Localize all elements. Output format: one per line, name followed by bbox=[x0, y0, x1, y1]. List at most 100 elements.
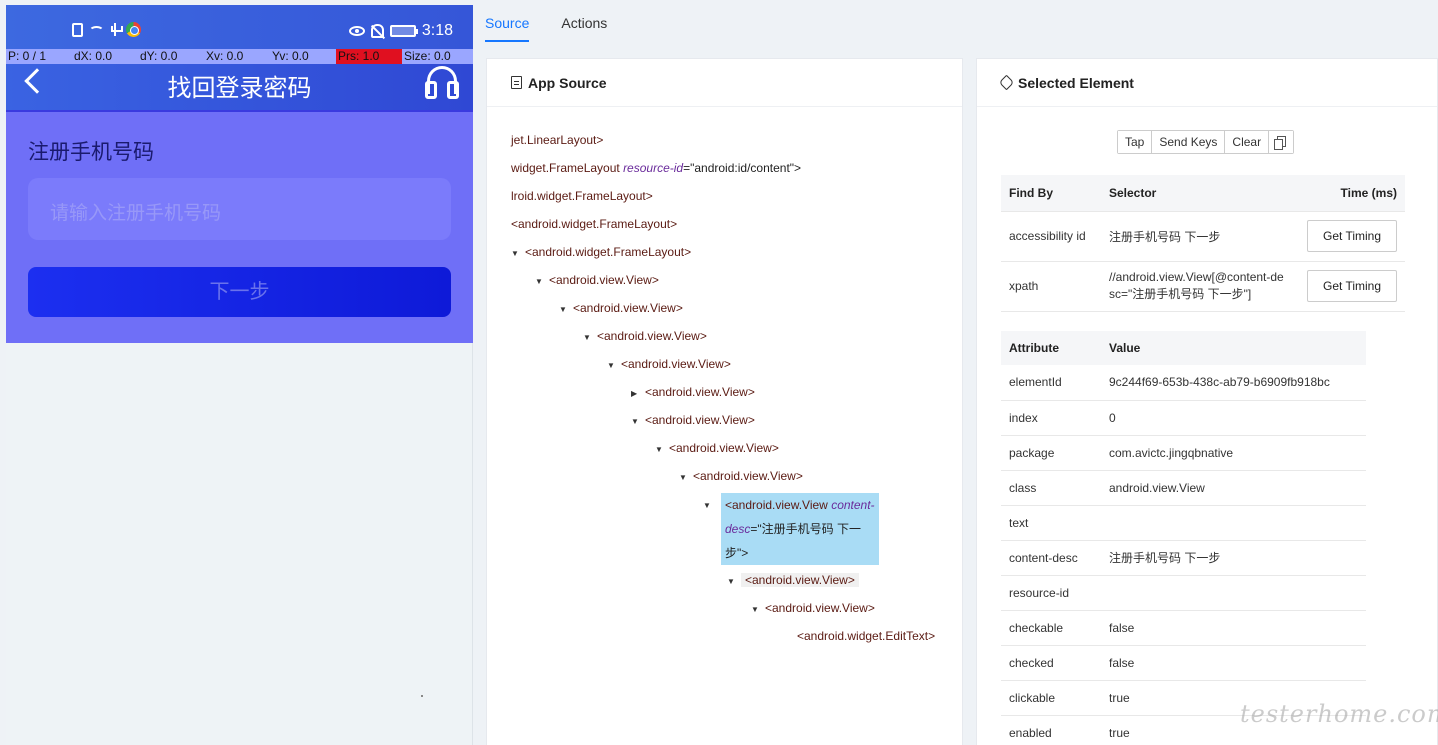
attr-value: false bbox=[1101, 610, 1366, 646]
send-keys-button[interactable]: Send Keys bbox=[1152, 131, 1226, 153]
attribute-header: Attribute bbox=[1001, 331, 1101, 365]
pointer-dx: dX: 0.0 bbox=[74, 49, 113, 63]
tree-node[interactable]: jet.LinearLayout> bbox=[511, 129, 603, 151]
phone-number-label: 注册手机号码 bbox=[28, 141, 154, 164]
attributes-table: Attribute Value elementId 9c244f69-653b-4… bbox=[1001, 331, 1366, 745]
attr-name: clickable bbox=[1001, 680, 1101, 716]
tree-node-selected[interactable]: <android.view.View content-desc="注册手机号码 … bbox=[721, 493, 879, 565]
caret-down-icon: ▼ bbox=[559, 305, 567, 314]
tree-node[interactable]: ▼ <android.view.View> bbox=[751, 597, 875, 619]
strategy-cell: xpath bbox=[1001, 261, 1101, 312]
tree-node[interactable]: widget.FrameLayout resource-id="android:… bbox=[511, 157, 801, 179]
table-row: index 0 bbox=[1001, 400, 1366, 436]
table-row: resource-id bbox=[1001, 575, 1366, 611]
tree-node[interactable]: <android.widget.FrameLayout> bbox=[511, 213, 677, 235]
pointer-size: Size: 0.0 bbox=[404, 49, 451, 63]
time-header: Time (ms) bbox=[1295, 175, 1405, 212]
page-title: 找回登录密码 bbox=[167, 75, 312, 102]
table-row: elementId 9c244f69-653b-438c-ab79-b6909fb… bbox=[1001, 365, 1366, 401]
watermark: testerhome.com bbox=[1240, 700, 1438, 728]
pointer-count: P: 0 / 1 bbox=[8, 49, 47, 63]
copy-icon[interactable] bbox=[1269, 131, 1294, 153]
clear-button[interactable]: Clear bbox=[1225, 131, 1270, 153]
pointer-location-bar: P: 0 / 1 dX: 0.0 dY: 0.0 Xv: 0.0 Yv: 0.0… bbox=[6, 49, 473, 64]
app-source-panel: App Source jet.LinearLayout> widget.Fram… bbox=[486, 58, 963, 745]
tap-button[interactable]: Tap bbox=[1118, 131, 1153, 153]
attr-name: resource-id bbox=[1001, 575, 1101, 611]
wifi-icon bbox=[89, 26, 104, 36]
attr-name: enabled bbox=[1001, 715, 1101, 745]
tree-node[interactable]: lroid.widget.FrameLayout> bbox=[511, 185, 653, 207]
tree-node-caret[interactable]: ▼ bbox=[703, 493, 717, 515]
selector-header: Selector bbox=[1101, 175, 1295, 212]
attr-name: text bbox=[1001, 505, 1101, 541]
app-source-header: App Source bbox=[487, 59, 962, 107]
attr-value: 9c244f69-653b-438c-ab79-b6909fb918bc bbox=[1101, 365, 1366, 401]
tree-node[interactable]: ▶ <android.view.View> bbox=[631, 381, 755, 403]
tree-node[interactable]: ▼ <android.view.View> bbox=[727, 569, 859, 591]
attr-name: index bbox=[1001, 400, 1101, 436]
device-screenshot[interactable]: 3:18 P: 0 / 1 dX: 0.0 dY: 0.0 Xv: 0.0 Yv… bbox=[6, 5, 473, 745]
caret-right-icon: ▶ bbox=[631, 389, 638, 398]
pointer-pressure: Prs: 1.0 bbox=[336, 49, 402, 64]
next-step-button[interactable]: 下一步 bbox=[28, 267, 451, 317]
attr-name: checkable bbox=[1001, 610, 1101, 646]
caret-down-icon: ▼ bbox=[607, 361, 615, 370]
pointer-yv: Yv: 0.0 bbox=[272, 49, 309, 63]
chrome-icon bbox=[126, 22, 141, 37]
table-row: checked false bbox=[1001, 645, 1366, 681]
status-bar: 3:18 bbox=[6, 5, 473, 49]
pointer-dy: dY: 0.0 bbox=[140, 49, 178, 63]
tree-node[interactable]: ▼ <android.widget.FrameLayout> bbox=[511, 241, 691, 263]
table-row: class android.view.View bbox=[1001, 470, 1366, 506]
caret-down-icon: ▼ bbox=[511, 249, 519, 258]
selected-element-header: Selected Element bbox=[977, 59, 1437, 107]
tree-node[interactable]: ▼ <android.view.View> bbox=[631, 409, 755, 431]
attr-name: content-desc bbox=[1001, 540, 1101, 576]
tree-node[interactable]: <android.widget.EditText> bbox=[797, 625, 935, 647]
tree-node[interactable]: ▼ <android.view.View> bbox=[607, 353, 731, 375]
attr-value: 注册手机号码 下一步 bbox=[1101, 540, 1366, 576]
tree-node[interactable]: ▼ <android.view.View> bbox=[559, 297, 683, 319]
selector-cell: //android.view.View[@content-desc="注册手机号… bbox=[1101, 261, 1295, 312]
tag-icon bbox=[998, 74, 1015, 91]
caret-down-icon: ▼ bbox=[583, 333, 591, 342]
attr-value: 0 bbox=[1101, 400, 1366, 436]
table-row: xpath //android.view.View[@content-desc=… bbox=[1001, 261, 1405, 312]
table-row: accessibility id 注册手机号码 下一步 Get Timing bbox=[1001, 211, 1405, 262]
attr-value bbox=[1101, 575, 1366, 611]
attr-value: false bbox=[1101, 645, 1366, 681]
tree-node[interactable]: ▼ <android.view.View> bbox=[679, 465, 803, 487]
table-row: content-desc 注册手机号码 下一步 bbox=[1001, 540, 1366, 576]
get-timing-button[interactable]: Get Timing bbox=[1307, 270, 1397, 302]
stray-dot bbox=[421, 695, 423, 697]
attr-value bbox=[1101, 505, 1366, 541]
attr-name: elementId bbox=[1001, 365, 1101, 401]
table-row: package com.avictc.jingqbnative bbox=[1001, 435, 1366, 471]
get-timing-button[interactable]: Get Timing bbox=[1307, 220, 1397, 252]
attr-name: class bbox=[1001, 470, 1101, 506]
usb-icon bbox=[110, 22, 123, 37]
table-row: checkable false bbox=[1001, 610, 1366, 646]
pointer-xv: Xv: 0.0 bbox=[206, 49, 244, 63]
tab-actions[interactable]: Actions bbox=[561, 0, 607, 42]
selected-element-panel: Selected Element Tap Send Keys Clear Fin… bbox=[976, 58, 1438, 745]
tab-source[interactable]: Source bbox=[485, 0, 530, 42]
form-panel: 注册手机号码 请输入注册手机号码 下一步 bbox=[6, 110, 473, 343]
caret-down-icon: ▼ bbox=[703, 501, 711, 510]
caret-down-icon: ▼ bbox=[535, 277, 543, 286]
caret-down-icon: ▼ bbox=[631, 417, 639, 426]
value-header: Value bbox=[1101, 331, 1366, 365]
selector-cell: 注册手机号码 下一步 bbox=[1101, 211, 1295, 262]
caret-down-icon: ▼ bbox=[751, 605, 759, 614]
mute-icon bbox=[370, 24, 384, 38]
eye-icon bbox=[348, 26, 365, 36]
find-by-header: Find By bbox=[1001, 175, 1101, 212]
inspector-tabs: Source Actions bbox=[485, 0, 607, 42]
headset-icon[interactable] bbox=[425, 66, 459, 99]
tree-node[interactable]: ▼ <android.view.View> bbox=[655, 437, 779, 459]
tree-node[interactable]: ▼ <android.view.View> bbox=[535, 269, 659, 291]
phone-number-input[interactable]: 请输入注册手机号码 bbox=[28, 178, 451, 240]
tree-node[interactable]: ▼ <android.view.View> bbox=[583, 325, 707, 347]
table-row: text bbox=[1001, 505, 1366, 541]
